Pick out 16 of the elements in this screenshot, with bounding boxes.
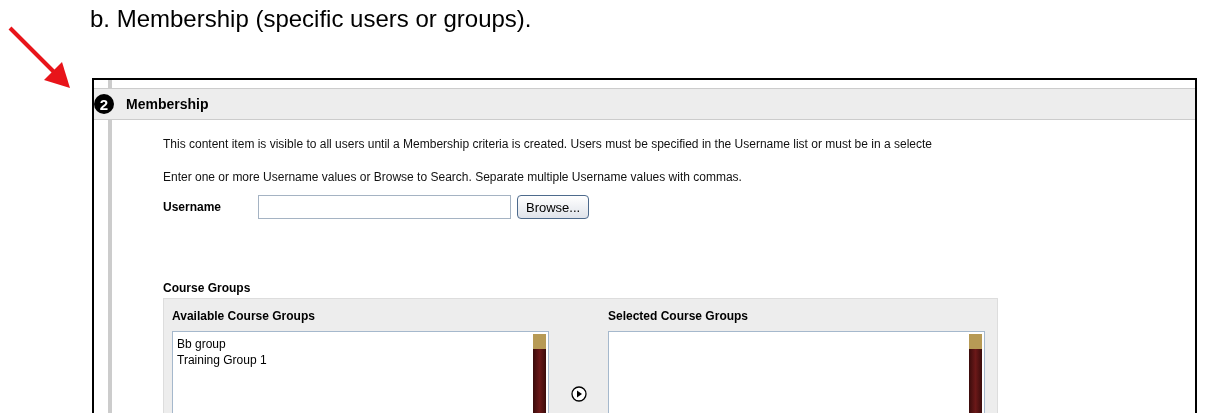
username-field[interactable] — [258, 195, 511, 219]
step-number: 2 — [94, 94, 114, 114]
pointer-arrow — [8, 26, 72, 90]
description-text: This content item is visible to all users until a Membership criteria is created. Users must be specified in the Username list or must be in a selecte — [163, 136, 933, 153]
available-groups-list[interactable]: Bb group Training Group 1 — [172, 331, 549, 413]
instruction-text: Enter one or more Username values or Browse to Search. Separate multiple Username values with commas. — [163, 169, 743, 186]
group-option[interactable]: Training Group 1 — [177, 352, 529, 368]
move-right-icon[interactable] — [570, 386, 587, 402]
browse-button[interactable]: Browse... — [517, 195, 590, 219]
selected-groups-label: Selected Course Groups — [608, 308, 750, 325]
username-label: Username — [163, 200, 223, 214]
available-groups-label: Available Course Groups — [172, 308, 316, 325]
group-option[interactable]: Bb group — [177, 336, 529, 352]
document-heading: b. Membership (specific users or groups). — [89, 4, 533, 34]
course-groups-label: Course Groups — [163, 281, 252, 295]
section-title: Membership — [126, 96, 209, 112]
